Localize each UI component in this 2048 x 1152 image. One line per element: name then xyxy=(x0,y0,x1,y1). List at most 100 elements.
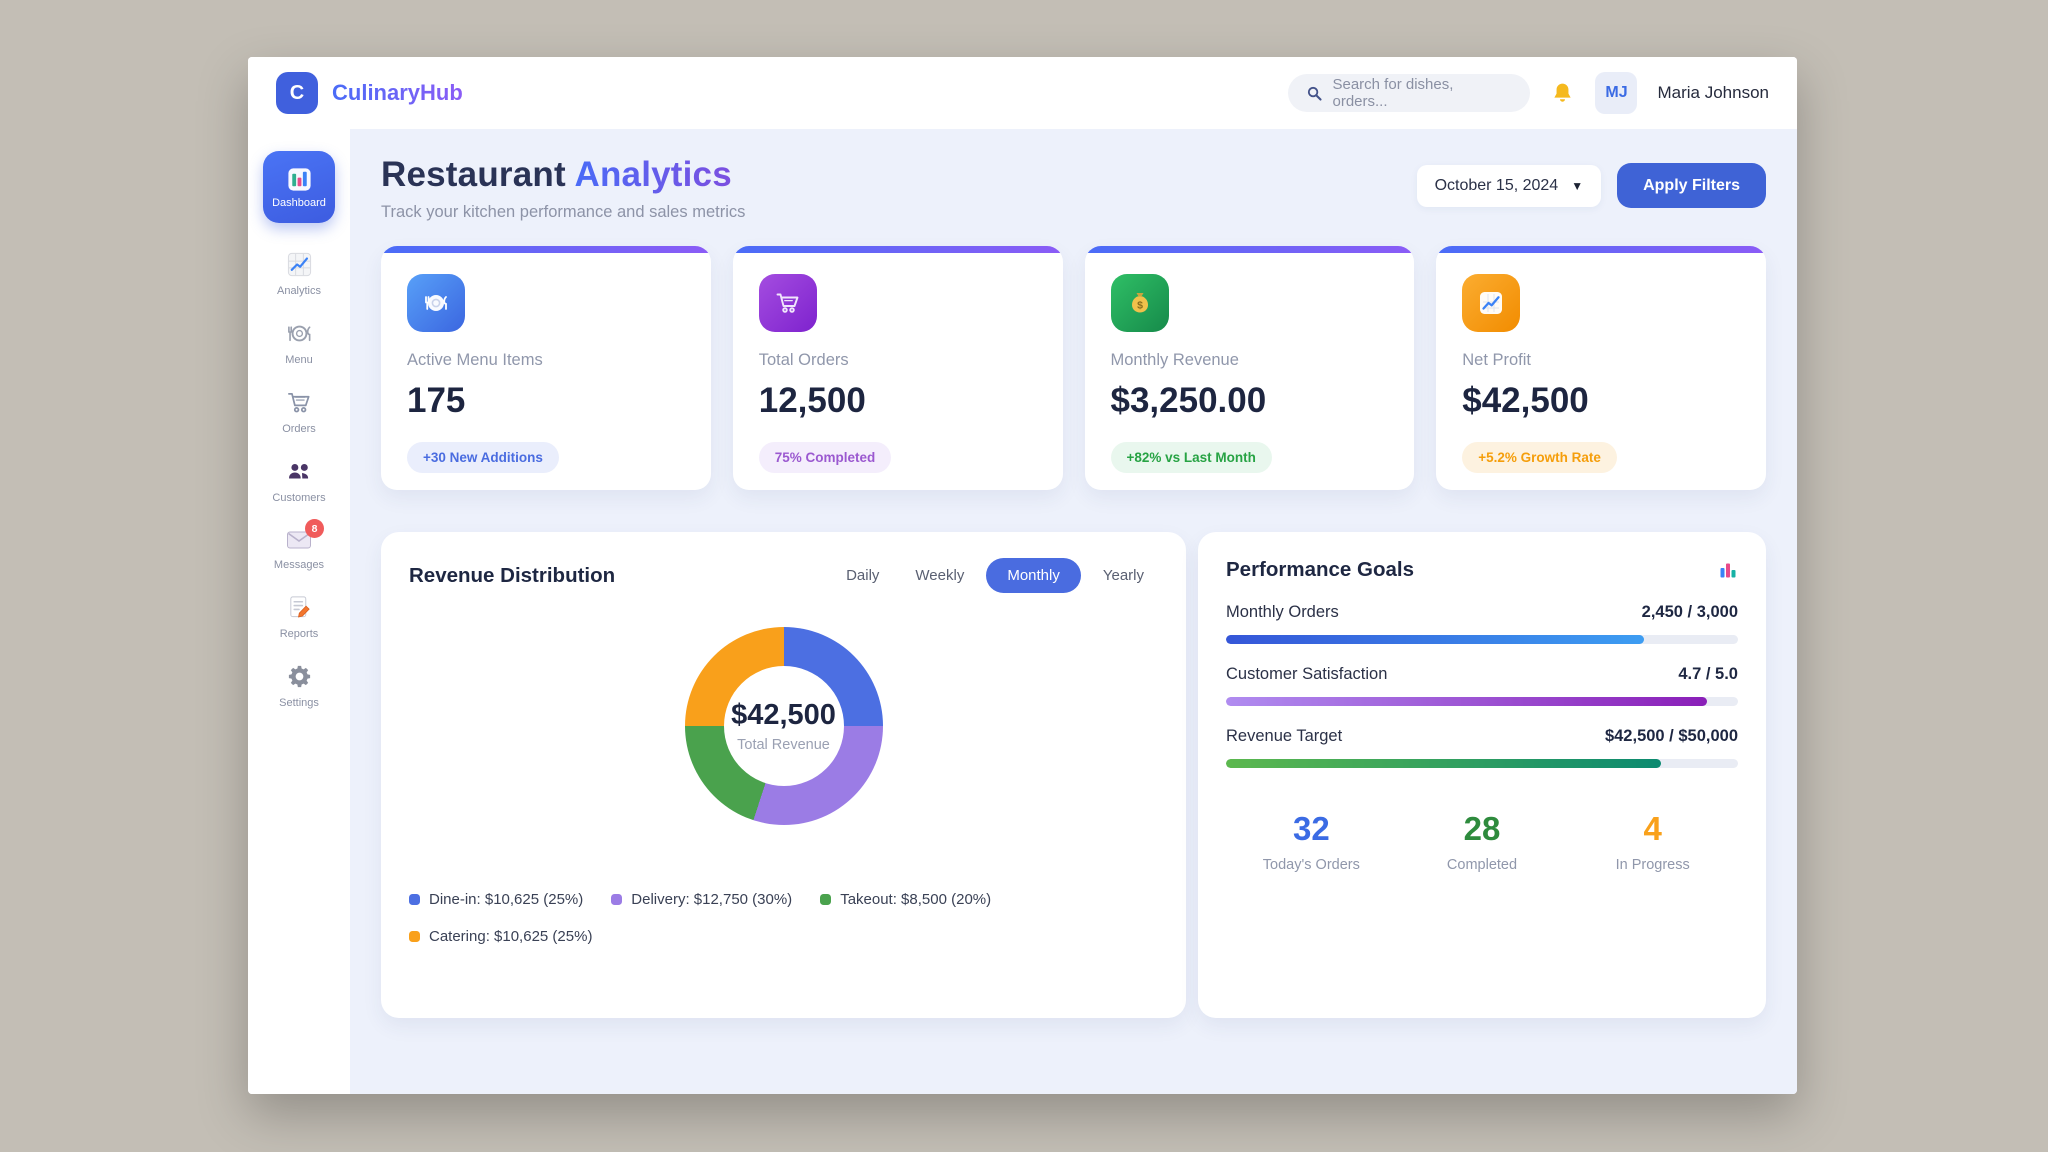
stat-card-active-menu-items: Active Menu Items 175 +30 New Additions xyxy=(381,246,711,490)
stat-card-monthly-revenue: $ Monthly Revenue $3,250.00 +82% vs Last… xyxy=(1085,246,1415,490)
donut-center-label: Total Revenue xyxy=(737,737,830,753)
app-body: Dashboard Analytics Menu xyxy=(248,129,1797,1094)
page-title-primary: Restaurant xyxy=(381,155,566,194)
stat-caption: Completed xyxy=(1397,857,1568,873)
sidebar-item-reports[interactable]: Reports xyxy=(280,594,319,640)
sidebar-item-analytics[interactable]: Analytics xyxy=(277,251,321,297)
stats-row: Active Menu Items 175 +30 New Additions … xyxy=(381,246,1766,490)
goal-stats-row: 32 Today's Orders 28 Completed 4 In Prog… xyxy=(1226,810,1738,873)
user-name: Maria Johnson xyxy=(1657,83,1769,103)
app-logo: C xyxy=(276,72,318,114)
stat-in-progress: 4 In Progress xyxy=(1567,810,1738,873)
page-title-block: Restaurant Analytics Track your kitchen … xyxy=(381,155,745,222)
legend-label: Takeout: $8,500 (20%) xyxy=(840,891,991,908)
tab-daily[interactable]: Daily xyxy=(832,558,893,593)
goal-monthly-orders: Monthly Orders 2,450 / 3,000 xyxy=(1226,603,1738,644)
stat-completed: 28 Completed xyxy=(1397,810,1568,873)
sidebar-item-label: Customers xyxy=(272,492,325,504)
notifications-bell-icon[interactable] xyxy=(1550,81,1575,106)
brand-name: CulinaryHub xyxy=(332,80,463,106)
stat-badge: +5.2% Growth Rate xyxy=(1462,442,1617,473)
sidebar-item-dashboard[interactable]: Dashboard xyxy=(263,151,335,223)
stat-badge: +30 New Additions xyxy=(407,442,559,473)
search-placeholder: Search for dishes, orders... xyxy=(1332,76,1512,110)
sidebar-item-customers[interactable]: Customers xyxy=(272,458,325,504)
stat-number: 28 xyxy=(1397,810,1568,848)
date-filter-dropdown[interactable]: October 15, 2024 ▼ xyxy=(1417,165,1602,207)
messages-unread-badge: 8 xyxy=(305,519,324,538)
sidebar-item-label: Menu xyxy=(285,354,313,366)
sidebar-item-messages[interactable]: 8 Messages xyxy=(274,527,324,571)
panels-row: Revenue Distribution Daily Weekly Monthl… xyxy=(381,532,1766,1018)
progress-fill xyxy=(1226,697,1707,706)
revenue-panel-title: Revenue Distribution xyxy=(409,564,615,588)
tab-weekly[interactable]: Weekly xyxy=(901,558,978,593)
performance-goals-panel: Performance Goals Monthly Orders 2,450 /… xyxy=(1198,532,1766,1018)
analytics-icon xyxy=(286,251,313,278)
money-bag-icon: $ xyxy=(1111,274,1169,332)
legend-label: Catering: $10,625 (25%) xyxy=(429,928,592,945)
stat-value: 175 xyxy=(407,381,685,421)
cart-icon xyxy=(759,274,817,332)
card-accent-bar xyxy=(381,246,711,253)
stat-label: Net Profit xyxy=(1462,351,1740,370)
goal-label: Monthly Orders xyxy=(1226,603,1339,622)
legend-swatch xyxy=(820,894,831,905)
apply-filters-button[interactable]: Apply Filters xyxy=(1617,163,1766,208)
messages-envelope-icon: 8 xyxy=(285,527,313,552)
legend-label: Dine-in: $10,625 (25%) xyxy=(429,891,583,908)
bar-chart-icon xyxy=(1718,560,1738,580)
sidebar-item-label: Orders xyxy=(282,423,316,435)
tab-monthly[interactable]: Monthly xyxy=(986,558,1081,593)
head-actions: October 15, 2024 ▼ Apply Filters xyxy=(1417,163,1766,208)
plate-icon xyxy=(407,274,465,332)
goal-value: $42,500 / $50,000 xyxy=(1605,727,1738,746)
stat-caption: Today's Orders xyxy=(1226,857,1397,873)
page-subtitle: Track your kitchen performance and sales… xyxy=(381,203,745,222)
card-accent-bar xyxy=(1436,246,1766,253)
goal-value: 2,450 / 3,000 xyxy=(1642,603,1738,622)
card-accent-bar xyxy=(733,246,1063,253)
date-filter-value: October 15, 2024 xyxy=(1435,177,1559,195)
stat-value: 12,500 xyxy=(759,381,1037,421)
avatar[interactable]: MJ xyxy=(1595,72,1637,114)
stat-card-net-profit: Net Profit $42,500 +5.2% Growth Rate xyxy=(1436,246,1766,490)
tab-yearly[interactable]: Yearly xyxy=(1089,558,1158,593)
legend-item-delivery: Delivery: $12,750 (30%) xyxy=(611,891,792,908)
header-actions: Search for dishes, orders... MJ Maria Jo… xyxy=(1288,72,1769,114)
sidebar-item-orders[interactable]: Orders xyxy=(282,389,316,435)
sidebar: Dashboard Analytics Menu xyxy=(248,129,350,1094)
search-input[interactable]: Search for dishes, orders... xyxy=(1288,74,1530,112)
goal-revenue-target: Revenue Target $42,500 / $50,000 xyxy=(1226,727,1738,768)
chart-up-icon xyxy=(1462,274,1520,332)
sidebar-item-label: Analytics xyxy=(277,285,321,297)
svg-text:$: $ xyxy=(1137,300,1143,312)
page-title-accent: Analytics xyxy=(574,155,731,194)
stat-number: 4 xyxy=(1567,810,1738,848)
goals-panel-title: Performance Goals xyxy=(1226,558,1414,582)
sidebar-item-settings[interactable]: Settings xyxy=(279,663,319,709)
progress-fill xyxy=(1226,635,1644,644)
sidebar-item-menu[interactable]: Menu xyxy=(285,320,313,366)
legend-swatch xyxy=(409,931,420,942)
sidebar-item-label: Dashboard xyxy=(272,197,326,209)
settings-gear-icon xyxy=(286,663,313,690)
sidebar-item-label: Messages xyxy=(274,559,324,571)
stat-value: $42,500 xyxy=(1462,381,1740,421)
stat-label: Active Menu Items xyxy=(407,351,685,370)
app-window: C CulinaryHub Search for dishes, orders.… xyxy=(248,57,1797,1094)
donut-center-value: $42,500 xyxy=(731,699,836,732)
customers-icon xyxy=(286,458,313,485)
progress-track xyxy=(1226,697,1738,706)
stat-todays-orders: 32 Today's Orders xyxy=(1226,810,1397,873)
sidebar-item-label: Reports xyxy=(280,628,319,640)
page-title: Restaurant Analytics xyxy=(381,155,745,195)
search-icon xyxy=(1306,85,1323,102)
legend-label: Delivery: $12,750 (30%) xyxy=(631,891,792,908)
goal-customer-satisfaction: Customer Satisfaction 4.7 / 5.0 xyxy=(1226,665,1738,706)
progress-fill xyxy=(1226,759,1661,768)
stat-badge: 75% Completed xyxy=(759,442,892,473)
reports-memo-icon xyxy=(286,594,313,621)
progress-track xyxy=(1226,759,1738,768)
goal-label: Revenue Target xyxy=(1226,727,1342,746)
